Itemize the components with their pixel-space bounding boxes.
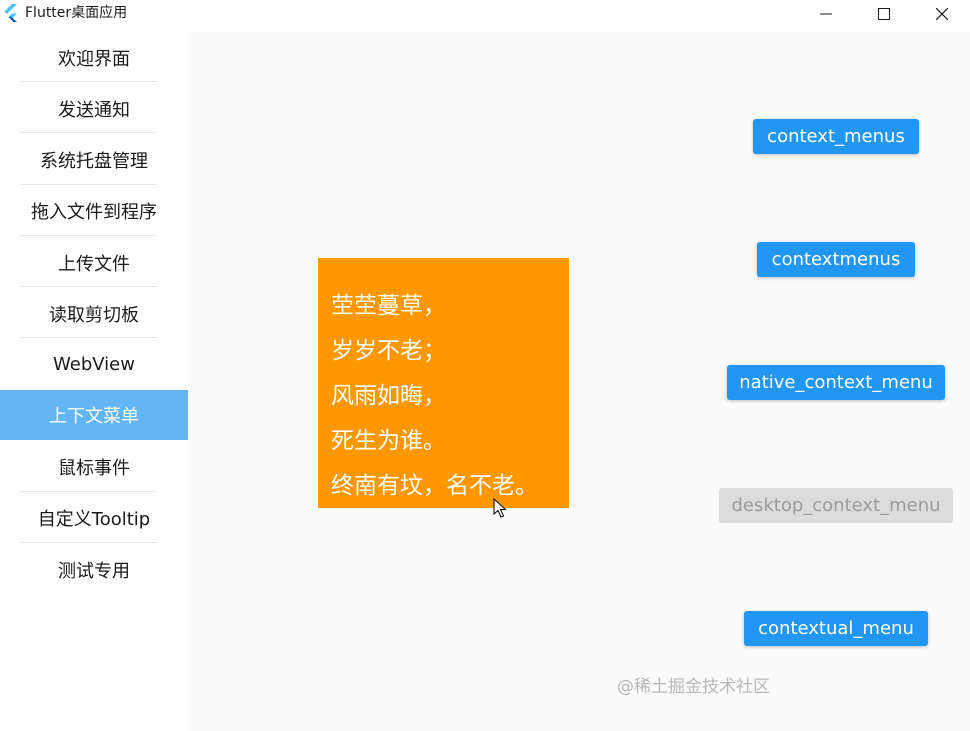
contextmenus-button[interactable]: contextmenus [757, 242, 915, 277]
sidebar-item-label: 发送通知 [58, 99, 130, 121]
sidebar-divider [20, 235, 157, 236]
native-context-menu-button[interactable]: native_context_menu [727, 365, 945, 400]
sidebar-item-label: 上传文件 [58, 253, 130, 275]
watermark: @稀土掘金技术社区 [617, 677, 770, 697]
sidebar-item-custom-tooltip[interactable]: 自定义Tooltip [0, 492, 188, 543]
sidebar-item-label: 自定义Tooltip [37, 508, 151, 530]
sidebar-item-clipboard[interactable]: 读取剪切板 [0, 288, 188, 339]
sidebar-item-label: 鼠标事件 [58, 457, 130, 479]
sidebar-item-tray[interactable]: 系统托盘管理 [0, 134, 188, 185]
sidebar-divider [20, 132, 157, 133]
close-button[interactable] [913, 0, 970, 28]
poem-line: 死生为谁。 [331, 428, 446, 454]
sidebar-item-label: 系统托盘管理 [40, 150, 148, 172]
flutter-logo-icon [3, 4, 21, 24]
poem-line: 风雨如晦， [331, 383, 446, 409]
sidebar-divider [20, 81, 157, 82]
sidebar-item-mouse-events[interactable]: 鼠标事件 [0, 441, 188, 492]
poem-line: 终南有坟，名不老。 [331, 473, 538, 499]
sidebar-item-webview[interactable]: WebView [0, 339, 188, 390]
sidebar-item-context-menu[interactable]: 上下文菜单 [0, 390, 188, 440]
poem-line: 岁岁不老； [331, 338, 446, 364]
sidebar-item-notification[interactable]: 发送通知 [0, 83, 188, 134]
sidebar-item-label: WebView [53, 354, 135, 375]
mouse-pointer-icon [493, 497, 507, 518]
sidebar-item-label: 测试专用 [58, 560, 130, 582]
sidebar-item-drop-files[interactable]: 拖入文件到程序 [0, 185, 188, 236]
sidebar-item-welcome[interactable]: 欢迎界面 [0, 32, 188, 83]
contextual-menu-button[interactable]: contextual_menu [744, 611, 928, 646]
minimize-icon [820, 8, 832, 20]
maximize-icon [878, 8, 890, 20]
window-title: Flutter桌面应用 [25, 5, 128, 21]
sidebar-item-upload[interactable]: 上传文件 [0, 237, 188, 288]
context-menus-button[interactable]: context_menus [753, 119, 919, 154]
sidebar-item-label: 拖入文件到程序 [31, 201, 157, 223]
main-content: 茔茔蔓草， 岁岁不老； 风雨如晦， 死生为谁。 终南有坟，名不老。 contex… [188, 32, 970, 731]
sidebar-divider [20, 337, 157, 338]
sidebar-item-label: 上下文菜单 [49, 406, 139, 427]
window-titlebar: Flutter桌面应用 [0, 0, 970, 32]
sidebar-divider [20, 542, 157, 543]
maximize-button[interactable] [855, 0, 913, 28]
sidebar-nav: 欢迎界面 发送通知 系统托盘管理 拖入文件到程序 上传文件 读取剪切板 WebV… [0, 32, 188, 731]
sidebar-divider [20, 286, 157, 287]
sidebar-item-label: 读取剪切板 [49, 304, 139, 326]
poem-line: 茔茔蔓草， [331, 293, 446, 319]
close-icon [936, 8, 948, 20]
sidebar-item-test[interactable]: 测试专用 [0, 544, 188, 595]
desktop-context-menu-button[interactable]: desktop_context_menu [719, 488, 953, 523]
sidebar-item-label: 欢迎界面 [58, 48, 130, 70]
minimize-button[interactable] [797, 0, 855, 28]
context-menu-target-box[interactable]: 茔茔蔓草， 岁岁不老； 风雨如晦， 死生为谁。 终南有坟，名不老。 [318, 258, 569, 508]
